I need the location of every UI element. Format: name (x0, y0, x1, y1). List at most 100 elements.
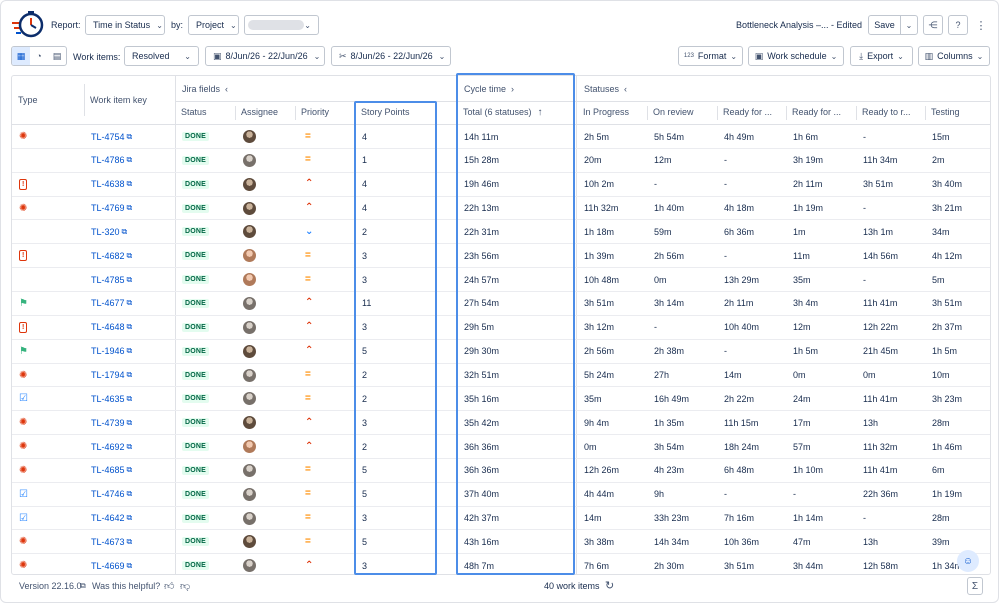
date-range-filter-2[interactable]: ✂ 8/Jun/26 - 22/Jun/26 ⌄ (331, 46, 451, 66)
help-button[interactable]: ? (948, 15, 968, 35)
header-type[interactable]: Type (12, 88, 84, 112)
save-options-chevron-icon[interactable]: ⌄ (900, 16, 917, 34)
grid-view-icon[interactable]: ▦ (12, 47, 30, 65)
assignee-cell[interactable] (235, 459, 295, 482)
table-row[interactable]: ! TL-4638 ⧉ DONE ⌃ 4 19h 46m 10h 2m - - … (12, 173, 990, 197)
work-item-key-link[interactable]: TL-4746 ⧉ (84, 483, 176, 506)
assignee-cell[interactable] (235, 364, 295, 387)
work-item-key-link[interactable]: TL-4642 ⧉ (84, 507, 176, 530)
assignee-cell[interactable] (235, 125, 295, 148)
table-row[interactable]: TL-4785 ⧉ DONE = 3 24h 57m 10h 48m 0m 13… (12, 268, 990, 292)
group-jira-fields[interactable]: Jira fields ‹ (175, 76, 455, 102)
on-review-cell: - (654, 179, 657, 190)
header-status[interactable]: Status (175, 100, 235, 124)
assignee-cell[interactable] (235, 340, 295, 363)
assignee-cell[interactable] (235, 173, 295, 196)
work-item-key-link[interactable]: TL-4682 ⧉ (84, 244, 176, 267)
sum-button[interactable]: Σ (967, 577, 983, 595)
work-items-select[interactable]: Resolved ⌄ (124, 46, 199, 66)
work-item-key-link[interactable]: TL-4669 ⧉ (84, 554, 176, 574)
assignee-cell[interactable] (235, 316, 295, 339)
table-row[interactable]: ⚑ TL-4677 ⧉ DONE ⌃ 11 27h 54m 3h 51m 3h … (12, 292, 990, 316)
work-item-key-link[interactable]: TL-4648 ⧉ (84, 316, 176, 339)
assignee-cell[interactable] (235, 292, 295, 315)
table-row[interactable]: ⚑ TL-1946 ⧉ DONE ⌃ 5 29h 30m 2h 56m 2h 3… (12, 340, 990, 364)
work-item-key-link[interactable]: TL-4635 ⧉ (84, 387, 176, 410)
work-item-key-link[interactable]: TL-4754 ⧉ (84, 125, 176, 148)
report-select[interactable]: Time in Status ⌄ (85, 15, 165, 35)
table-row[interactable]: ✺ TL-4692 ⧉ DONE ⌃ 2 36h 36m 0m 3h 54m 1… (12, 435, 990, 459)
header-testing[interactable]: Testing (925, 100, 990, 124)
assignee-cell[interactable] (235, 411, 295, 434)
layout-view-icon[interactable]: ▤ (48, 47, 66, 65)
table-row[interactable]: ☑ TL-4642 ⧉ DONE = 3 42h 37m 14m 33h 23m… (12, 507, 990, 531)
assignee-cell[interactable] (235, 244, 295, 267)
assignee-cell[interactable] (235, 507, 295, 530)
date-range-filter-1[interactable]: ▣ 8/Jun/26 - 22/Jun/26 ⌄ (205, 46, 325, 66)
group-cycle-time[interactable]: Cycle time › (457, 76, 575, 102)
thumbs-down-icon[interactable]: 👎︎ (180, 580, 190, 592)
work-item-key-link[interactable]: TL-4677 ⧉ (84, 292, 176, 315)
table-row[interactable]: ! TL-4682 ⧉ DONE = 3 23h 56m 1h 39m 2h 5… (12, 244, 990, 269)
work-item-key-link[interactable]: TL-4685 ⧉ (84, 459, 176, 482)
header-priority[interactable]: Priority (295, 100, 355, 124)
header-assignee[interactable]: Assignee (235, 100, 295, 124)
by-select[interactable]: Project ⌄ (188, 15, 239, 35)
header-ready-for-2[interactable]: Ready for ... (786, 100, 856, 124)
share-button[interactable]: ⋲ (923, 15, 943, 35)
header-ready-to-r[interactable]: Ready to r... (856, 100, 926, 124)
assignee-cell[interactable] (235, 483, 295, 506)
work-item-key-link[interactable]: TL-4638 ⧉ (84, 173, 176, 196)
save-button[interactable]: Save (869, 20, 900, 30)
assignee-cell[interactable] (235, 530, 295, 553)
table-row[interactable]: ☑ TL-4635 ⧉ DONE = 2 35h 16m 35m 16h 49m… (12, 387, 990, 412)
table-row[interactable]: ✺ TL-4769 ⧉ DONE ⌃ 4 22h 13m 11h 32m 1h … (12, 197, 990, 221)
assignee-cell[interactable] (235, 220, 295, 243)
columns-button[interactable]: ▥ Columns ⌄ (918, 46, 990, 66)
external-link-icon[interactable]: ⧉ (80, 581, 86, 591)
table-row[interactable]: ✺ TL-4739 ⧉ DONE ⌃ 3 35h 42m 9h 4m 1h 35… (12, 411, 990, 436)
assignee-cell[interactable] (235, 149, 295, 172)
group-statuses[interactable]: Statuses ‹ (577, 76, 777, 102)
chart-view-icon[interactable]: ◔ (30, 47, 48, 65)
avatar (243, 535, 256, 549)
assignee-cell[interactable] (235, 268, 295, 291)
work-item-key-link[interactable]: TL-4785 ⧉ (84, 268, 176, 291)
thumbs-up-icon[interactable]: 👍︎ (164, 580, 174, 592)
header-on-review[interactable]: On review (647, 100, 717, 124)
table-row[interactable]: ✺ TL-4669 ⧉ DONE ⌃ 3 48h 7m 7h 6m 2h 30m… (12, 554, 990, 574)
table-row[interactable]: ✺ TL-4673 ⧉ DONE = 5 43h 16m 3h 38m 14h … (12, 530, 990, 555)
format-button[interactable]: 123 Format ⌄ (678, 46, 743, 66)
table-row[interactable]: ! TL-4648 ⧉ DONE ⌃ 3 29h 5m 3h 12m - 10h… (12, 316, 990, 340)
assignee-cell[interactable] (235, 197, 295, 220)
assignee-cell[interactable] (235, 387, 295, 410)
table-row[interactable]: ✺ TL-4685 ⧉ DONE = 5 36h 36m 12h 26m 4h … (12, 459, 990, 483)
assignee-cell[interactable] (235, 435, 295, 458)
header-total[interactable]: Total (6 statuses) ↑ (457, 100, 575, 124)
work-item-key-link[interactable]: TL-4769 ⧉ (84, 197, 176, 220)
work-item-key-link[interactable]: TL-4739 ⧉ (84, 411, 176, 434)
more-button[interactable]: ⋮ (972, 15, 990, 35)
work-item-key-link[interactable]: TL-320 ⧉ (84, 220, 176, 243)
total-cell: 22h 31m (464, 226, 500, 237)
header-in-progress[interactable]: In Progress (577, 100, 647, 124)
table-row[interactable]: ✺ TL-4754 ⧉ DONE = 4 14h 11m 2h 5m 5h 54… (12, 125, 990, 149)
table-row[interactable]: TL-4786 ⧉ DONE = 1 15h 28m 20m 12m - 3h … (12, 149, 990, 173)
work-item-key-link[interactable]: TL-1946 ⧉ (84, 340, 176, 363)
export-button[interactable]: ⤓ Export ⌄ (850, 46, 913, 66)
assignee-cell[interactable] (235, 554, 295, 574)
header-ready-for-1[interactable]: Ready for ... (717, 100, 785, 124)
work-item-key-link[interactable]: TL-4692 ⧉ (84, 435, 176, 458)
work-item-key-link[interactable]: TL-1794 ⧉ (84, 364, 176, 387)
table-row[interactable]: TL-320 ⧉ DONE ⌄ 2 22h 31m 1h 18m 59m 6h … (12, 220, 990, 245)
table-row[interactable]: ✺ TL-1794 ⧉ DONE = 2 32h 51m 5h 24m 27h … (12, 364, 990, 388)
work-item-key-link[interactable]: TL-4673 ⧉ (84, 530, 176, 553)
header-story-points[interactable]: Story Points (355, 100, 455, 124)
work-item-key-link[interactable]: TL-4786 ⧉ (84, 149, 176, 172)
chat-button[interactable]: ☺ (957, 550, 979, 572)
table-row[interactable]: ☑ TL-4746 ⧉ DONE = 5 37h 40m 4h 44m 9h -… (12, 483, 990, 507)
refresh-icon[interactable]: ↻ (605, 579, 614, 592)
header-key[interactable]: Work item key (84, 88, 176, 112)
testing-cell: 4h 12m (932, 250, 963, 261)
work-schedule-button[interactable]: ▣ Work schedule ⌄ (748, 46, 844, 66)
